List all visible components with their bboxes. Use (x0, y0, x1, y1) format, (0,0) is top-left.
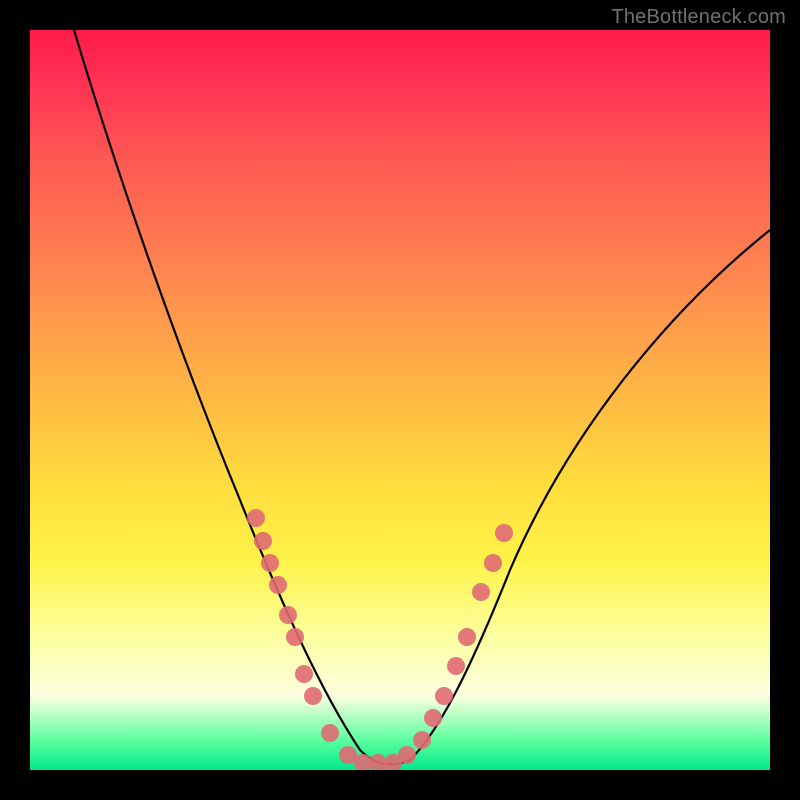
data-point (279, 606, 297, 624)
data-point (447, 657, 465, 675)
data-point (413, 731, 431, 749)
bottleneck-curve (74, 30, 770, 764)
data-point (435, 687, 453, 705)
data-point (295, 665, 313, 683)
data-point (254, 532, 272, 550)
data-point (484, 554, 502, 572)
data-point (458, 628, 476, 646)
data-point (321, 724, 339, 742)
watermark-text: TheBottleneck.com (611, 6, 786, 29)
data-point (261, 554, 279, 572)
chart-svg (30, 30, 770, 770)
plot-area (30, 30, 770, 770)
data-point (304, 687, 322, 705)
data-points-group (247, 509, 513, 770)
data-point (472, 583, 490, 601)
data-point (398, 746, 416, 764)
data-point (424, 709, 442, 727)
chart-frame: TheBottleneck.com (0, 0, 800, 800)
data-point (286, 628, 304, 646)
data-point (269, 576, 287, 594)
data-point (247, 509, 265, 527)
data-point (495, 524, 513, 542)
